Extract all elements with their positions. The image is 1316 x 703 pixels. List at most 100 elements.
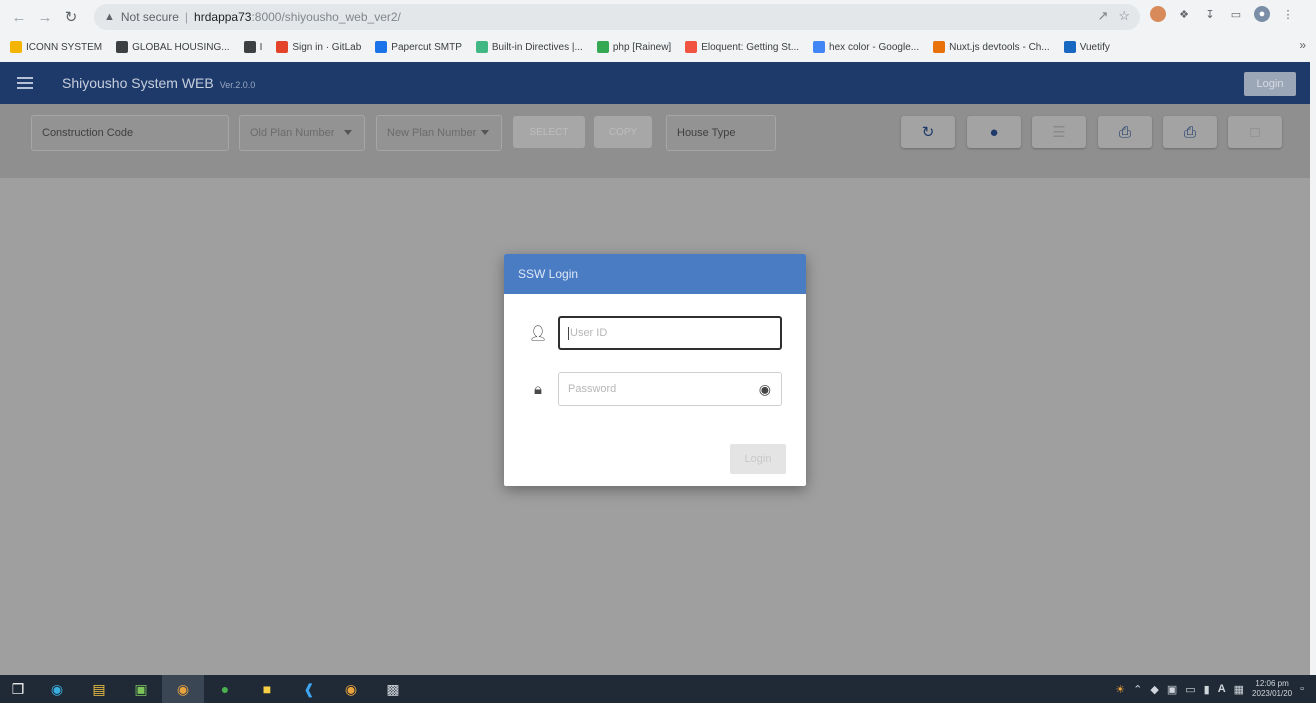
refresh-icon: ↻: [921, 124, 935, 141]
windows-taskbar: ❒ ◉ ▤ ▣ ◉ ● ■ ❰ ◉ ▩ ☀ ⌃ ◆ ▣ ▭ ▮ A ▦ 12:0…: [0, 675, 1316, 703]
file-explorer-icon[interactable]: ▤: [78, 675, 120, 703]
bookmark-item[interactable]: hex color - Google...: [813, 41, 919, 53]
bookmark-item[interactable]: Sign in · GitLab: [276, 41, 361, 53]
user-icon: 👤︎: [528, 325, 548, 342]
puzzle-icon[interactable]: ❖: [1176, 6, 1192, 22]
document-button[interactable]: □: [1228, 116, 1282, 148]
app-header: Shiyousho System WEB Ver.2.0.0 Login: [0, 62, 1310, 104]
notepad-plus-icon[interactable]: ▣: [120, 675, 162, 703]
dialog-title: SSW Login: [504, 254, 806, 294]
extension-icon[interactable]: [1150, 6, 1166, 22]
download-icon[interactable]: ↧: [1202, 6, 1218, 22]
new-plan-select[interactable]: New Plan Number: [376, 115, 502, 151]
sticky-notes-icon[interactable]: ■: [246, 675, 288, 703]
green-app-icon[interactable]: ●: [204, 675, 246, 703]
user-id-row: 👤︎ User ID: [528, 316, 782, 350]
reload-icon[interactable]: ↻: [58, 4, 84, 30]
scrollbar-track[interactable]: [1310, 62, 1316, 675]
bookmark-item[interactable]: GLOBAL HOUSING...: [116, 41, 230, 53]
bookmark-item[interactable]: Eloquent: Getting St...: [685, 41, 799, 53]
login-button[interactable]: Login: [730, 444, 786, 474]
bookmark-item[interactable]: ICONN SYSTEM: [10, 41, 102, 53]
kebab-menu-icon[interactable]: ⋮: [1280, 6, 1296, 22]
bookmark-label: ICONN SYSTEM: [26, 41, 103, 53]
bookmark-item[interactable]: Nuxt.js devtools - Ch...: [933, 41, 1050, 53]
bookmark-label: Eloquent: Getting St...: [701, 41, 800, 53]
bookmark-item[interactable]: Vuetify: [1063, 41, 1110, 53]
screen-capture-icon[interactable]: ▦: [1234, 683, 1244, 696]
bookmark-item[interactable]: php [Rainew]: [596, 41, 671, 53]
construction-code-input[interactable]: Construction Code: [31, 115, 229, 151]
select-button[interactable]: SELECT: [513, 116, 585, 148]
bookmark-item[interactable]: Built-in Directives |...: [475, 41, 583, 53]
user-id-input[interactable]: User ID: [558, 316, 782, 350]
header-login-button[interactable]: Login: [1244, 72, 1296, 96]
clock-time: 12:06 pm: [1255, 679, 1289, 688]
print-button[interactable]: ⎙: [1098, 116, 1152, 148]
separator: |: [184, 10, 189, 24]
security-label: Not secure: [120, 10, 179, 24]
bookmark-label: Built-in Directives |...: [491, 41, 583, 53]
house-type-input[interactable]: House Type: [666, 115, 776, 151]
list-icon: ☰: [1052, 124, 1066, 141]
bookmarks-overflow-icon[interactable]: »: [1299, 38, 1306, 52]
terminal-icon[interactable]: ▩: [372, 675, 414, 703]
password-input[interactable]: Password ◉: [558, 372, 782, 406]
bookmark-label: Nuxt.js devtools - Ch...: [949, 41, 1050, 53]
sidepanel-icon[interactable]: ▭: [1228, 6, 1244, 22]
login-dialog: SSW Login 👤︎ User ID 🔒︎ Password ◉ Login: [504, 254, 806, 486]
bookmark-favicon-icon: [1063, 41, 1076, 53]
refresh-button[interactable]: ↻: [901, 116, 955, 148]
profile-avatar-icon[interactable]: ●: [1254, 6, 1270, 22]
bookmark-label: I: [259, 41, 263, 53]
system-clock[interactable]: 12:06 pm 2023/01/20: [1252, 679, 1292, 699]
browser-chrome: ← → ↻ ▲ Not secure | hrdappa73 :8000/shi…: [0, 0, 1316, 62]
bookmark-label: hex color - Google...: [829, 41, 920, 53]
extensions-bar: ❖ ↧ ▭ ● ⋮: [1150, 6, 1296, 22]
hamburger-menu-icon[interactable]: [0, 62, 50, 104]
chrome-icon-2[interactable]: ◉: [330, 675, 372, 703]
bookmark-favicon-icon: [596, 41, 609, 53]
notifications-icon[interactable]: ▫: [1300, 683, 1304, 695]
bookmark-favicon-icon: [933, 41, 946, 53]
start-icon[interactable]: ❒: [0, 675, 36, 703]
bookmark-item[interactable]: Papercut SMTP: [375, 41, 462, 53]
bookmark-item[interactable]: I: [243, 41, 263, 53]
list-button[interactable]: ☰: [1032, 116, 1086, 148]
address-bar[interactable]: ▲ Not secure | hrdappa73 :8000/shiyousho…: [94, 4, 1140, 30]
weather-icon[interactable]: ☀: [1115, 683, 1125, 696]
battery-icon[interactable]: ▮: [1204, 683, 1210, 696]
vscode-icon[interactable]: ❰: [288, 675, 330, 703]
old-plan-select[interactable]: Old Plan Number: [239, 115, 365, 151]
print-settings-button[interactable]: ⎙: [1163, 116, 1217, 148]
bookmarks-bar: ICONN SYSTEM GLOBAL HOUSING... I Sign in · …: [0, 36, 1316, 58]
star-icon[interactable]: ☆: [1118, 8, 1130, 24]
tray-app-icon[interactable]: ▣: [1167, 683, 1177, 696]
share-icon[interactable]: ↗: [1097, 8, 1108, 24]
forward-icon[interactable]: →: [32, 4, 58, 30]
bookmark-favicon-icon: [475, 41, 488, 53]
bookmark-label: GLOBAL HOUSING...: [132, 41, 230, 53]
bookmark-favicon-icon: [685, 41, 698, 53]
chrome-icon[interactable]: ◉: [162, 675, 204, 703]
toolbar: Construction Code Old Plan Number New Pl…: [0, 104, 1310, 178]
user-id-placeholder: User ID: [570, 327, 608, 339]
input-language-icon[interactable]: A: [1218, 683, 1226, 695]
chevron-up-icon[interactable]: ⌃: [1133, 683, 1142, 696]
copy-button[interactable]: COPY: [594, 116, 652, 148]
network-icon[interactable]: ▭: [1185, 683, 1195, 696]
text-cursor: [568, 326, 569, 340]
info-button[interactable]: ●: [967, 116, 1021, 148]
eye-off-icon[interactable]: ◉: [759, 381, 771, 398]
system-tray: ☀ ⌃ ◆ ▣ ▭ ▮ A ▦ 12:06 pm 2023/01/20 ▫: [1115, 675, 1316, 703]
back-icon[interactable]: ←: [6, 4, 32, 30]
bookmark-label: Sign in · GitLab: [292, 41, 362, 53]
password-placeholder: Password: [568, 383, 617, 395]
edge-icon[interactable]: ◉: [36, 675, 78, 703]
bookmark-favicon-icon: [10, 41, 22, 53]
teams-icon[interactable]: ◆: [1150, 683, 1158, 696]
info-icon: ●: [989, 123, 999, 141]
old-plan-label: Old Plan Number: [250, 127, 335, 139]
address-row: ← → ↻ ▲ Not secure | hrdappa73 :8000/shi…: [0, 0, 1316, 34]
app-title: Shiyousho System WEB: [62, 75, 214, 91]
